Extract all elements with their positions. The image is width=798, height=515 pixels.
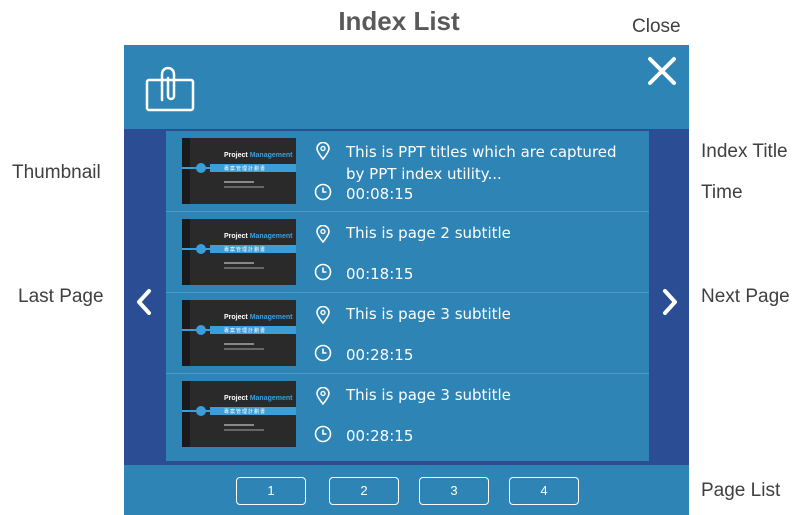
thumbnail-subtitle: 專案管理計劃書: [224, 166, 267, 172]
clock-icon: [314, 344, 332, 362]
page-button-4[interactable]: 4: [509, 477, 579, 505]
paperclip-icon: [145, 66, 195, 112]
thumbnail[interactable]: Project Management 專案管理計劃書: [182, 381, 296, 447]
list-area: Project Management 專案管理計劃書 This is PPT t…: [124, 129, 689, 465]
page-list: 1 2 3 4: [124, 465, 689, 515]
panel-header: [124, 45, 689, 129]
annotation-close: Close: [632, 16, 681, 37]
thumbnail-subtitle: 專案管理計劃書: [224, 409, 267, 415]
index-title: This is PPT titles which are captured by…: [346, 143, 617, 183]
clock-icon: [314, 183, 332, 201]
annotation-page-list: Page List: [701, 480, 781, 501]
location-pin-icon: [316, 225, 330, 243]
page-button-3[interactable]: 3: [419, 477, 489, 505]
location-pin-icon: [316, 387, 330, 405]
list-item[interactable]: Project Management 專案管理計劃書 This is page …: [166, 374, 649, 455]
thumbnail-title-white: Project: [224, 233, 248, 240]
index-time: 00:08:15: [346, 185, 414, 203]
annotation-index-title: Index Title: [701, 141, 788, 162]
annotation-last-page: Last Page: [18, 286, 104, 307]
thumbnail[interactable]: Project Management 專案管理計劃書: [182, 138, 296, 204]
chevron-left-icon[interactable]: [134, 287, 154, 317]
list-item[interactable]: Project Management 專案管理計劃書 This is page …: [166, 293, 649, 374]
page-button-2[interactable]: 2: [329, 477, 399, 505]
list-item[interactable]: Project Management 專案管理計劃書 This is PPT t…: [166, 131, 649, 212]
chevron-right-icon[interactable]: [660, 287, 680, 317]
annotation-thumbnail: Thumbnail: [12, 162, 101, 183]
index-title: This is page 2 subtitle: [346, 224, 511, 242]
thumbnail-title-blue: Management: [249, 314, 293, 321]
thumbnail-title-blue: Management: [249, 152, 293, 159]
index-time: 00:28:15: [346, 346, 414, 364]
index-title: This is page 3 subtitle: [346, 305, 511, 323]
thumbnail-subtitle: 專案管理計劃書: [224, 328, 267, 334]
thumbnail-title-white: Project: [224, 395, 248, 402]
annotation-time: Time: [701, 182, 743, 203]
annotation-next-page: Next Page: [701, 286, 790, 307]
index-list-panel: Project Management 專案管理計劃書 This is PPT t…: [124, 45, 689, 515]
location-pin-icon: [316, 306, 330, 324]
thumbnail[interactable]: Project Management 專案管理計劃書: [182, 300, 296, 366]
index-list: Project Management 專案管理計劃書 This is PPT t…: [166, 131, 649, 461]
list-item[interactable]: Project Management 專案管理計劃書 This is page …: [166, 212, 649, 293]
index-time: 00:28:15: [346, 427, 414, 445]
thumbnail-title-blue: Management: [249, 395, 293, 402]
close-icon[interactable]: [646, 55, 678, 87]
clock-icon: [314, 263, 332, 281]
thumbnail-title-blue: Management: [249, 233, 293, 240]
index-time: 00:18:15: [346, 265, 414, 283]
clock-icon: [314, 425, 332, 443]
thumbnail[interactable]: Project Management 專案管理計劃書: [182, 219, 296, 285]
index-title: This is page 3 subtitle: [346, 386, 511, 404]
thumbnail-title-white: Project: [224, 314, 248, 321]
page-button-1[interactable]: 1: [236, 477, 306, 505]
location-pin-icon: [316, 142, 330, 160]
thumbnail-subtitle: 專案管理計劃書: [224, 247, 267, 253]
thumbnail-title-white: Project: [224, 152, 248, 159]
